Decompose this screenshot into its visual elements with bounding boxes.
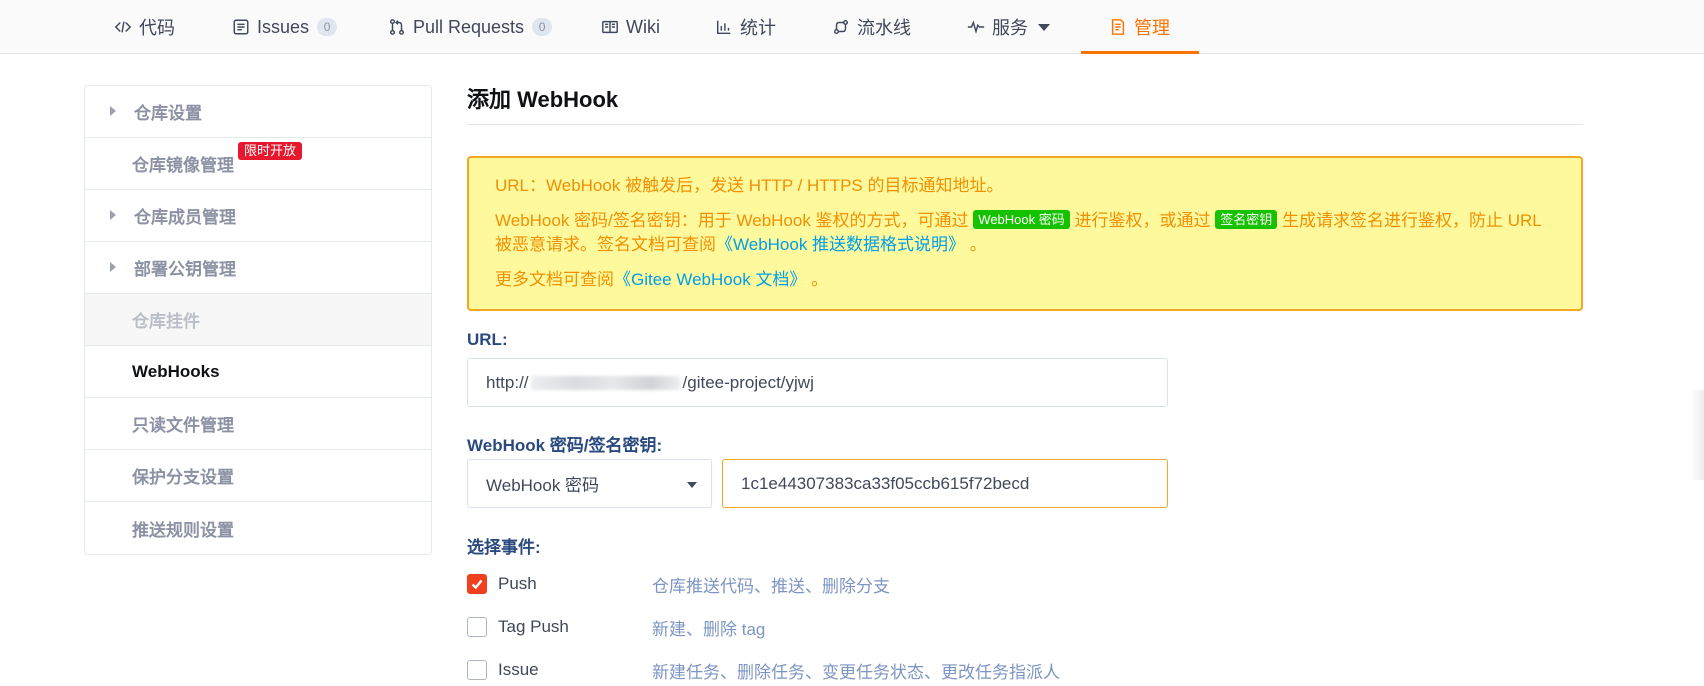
pulse-icon [966, 17, 986, 37]
secret-type-value: WebHook 密码 [486, 476, 600, 495]
repo-nav-bar: 代码 Issues 0 Pull Requests 0 Wiki 统计 流水线 … [0, 0, 1704, 54]
sidebar-item-label: 部署公钥管理 [134, 260, 236, 279]
sidebar-item-protected-branches[interactable]: 保护分支设置 [85, 450, 431, 502]
event-name: Tag Push [498, 617, 569, 636]
secret-input[interactable]: 1c1e44307383ca33f05ccb615f72becd [722, 459, 1168, 508]
tab-stats[interactable]: 统计 [714, 0, 776, 54]
tab-services-label: 服务 [992, 18, 1028, 38]
sidebar-item-label: 仓库镜像管理 [132, 156, 234, 175]
chevron-down-icon [687, 482, 697, 488]
sidebar-item-label: WebHooks [132, 361, 220, 381]
tab-manage-label: 管理 [1134, 18, 1170, 38]
sidebar-item-members[interactable]: 仓库成员管理 [85, 190, 431, 242]
gitee-webhook-doc-link[interactable]: 《Gitee WebHook 文档》 [614, 270, 806, 289]
secret-type-select[interactable]: WebHook 密码 [467, 459, 712, 508]
notice-text: 进行鉴权，或通过 [1074, 211, 1211, 230]
tab-wiki[interactable]: Wiki [600, 0, 660, 54]
limited-time-badge: 限时开放 [238, 142, 303, 160]
tab-stats-label: 统计 [740, 18, 776, 38]
caret-right-icon [110, 106, 116, 116]
redacted-host [530, 375, 681, 390]
sidebar-item-mirror[interactable]: 仓库镜像管理 限时开放 [85, 138, 431, 190]
info-notice: URL：WebHook 被触发后，发送 HTTP / HTTPS 的目标通知地址… [467, 156, 1583, 311]
sidebar-item-repo-settings[interactable]: 仓库设置 [85, 86, 431, 138]
sidebar-item-deploy-keys[interactable]: 部署公钥管理 [85, 242, 431, 294]
sidebar-item-label: 推送规则设置 [132, 520, 234, 540]
page-title: 添加 WebHook [467, 85, 1583, 125]
bar-chart-icon [714, 17, 734, 37]
tab-wiki-label: Wiki [626, 16, 660, 37]
notice-text: WebHook 密码/签名密钥：用于 WebHook 鉴权的方式，可通过 [495, 211, 969, 230]
url-prefix: http:// [486, 372, 529, 392]
webhook-password-tag: WebHook 密码 [973, 210, 1070, 229]
event-description: 新建、删除 tag [652, 619, 766, 639]
events-label: 选择事件: [467, 538, 541, 557]
pull-request-icon [387, 17, 407, 37]
manage-icon [1108, 17, 1128, 37]
tab-pull-requests[interactable]: Pull Requests 0 [387, 0, 553, 54]
sidebar-item-label: 仓库挂件 [132, 312, 200, 331]
event-tag-push[interactable]: Tag Push 新建、删除 tag [467, 614, 765, 640]
payload-format-doc-link[interactable]: 《WebHook 推送数据格式说明》 [716, 235, 965, 254]
tab-pipeline[interactable]: 流水线 [831, 0, 911, 54]
notice-more-docs-line: 更多文档可查阅《Gitee WebHook 文档》 。 [495, 268, 1555, 292]
secret-label: WebHook 密码/签名密钥: [467, 436, 663, 455]
sidebar-item-label: 仓库成员管理 [134, 208, 236, 227]
tab-services-dropdown[interactable]: 服务 [966, 0, 1050, 54]
url-field[interactable]: http:// /gitee-project/yjwj [467, 358, 1168, 407]
pipeline-icon [831, 17, 851, 37]
sidebar-item-webhooks[interactable]: WebHooks [85, 346, 431, 398]
check-icon [471, 579, 483, 590]
notice-text: 。 [969, 235, 987, 254]
page-edge-shadow [1690, 390, 1704, 480]
caret-right-icon [110, 210, 116, 220]
notice-secret-paragraph: WebHook 密码/签名密钥：用于 WebHook 鉴权的方式，可通过 Web… [495, 209, 1555, 257]
chevron-down-icon [1038, 23, 1050, 31]
event-issue[interactable]: Issue 新建任务、删除任务、变更任务状态、更改任务指派人 [467, 657, 1060, 683]
sidebar-item-widgets[interactable]: 仓库挂件 [85, 294, 431, 346]
tab-issues-label: Issues [257, 16, 310, 37]
event-description: 仓库推送代码、推送、删除分支 [652, 576, 890, 596]
tab-pull-requests-label: Pull Requests [413, 16, 525, 37]
wiki-icon [600, 17, 620, 37]
webhook-form: 添加 WebHook URL：WebHook 被触发后，发送 HTTP / HT… [467, 85, 1583, 682]
tab-manage[interactable]: 管理 [1108, 0, 1170, 54]
tab-pipeline-label: 流水线 [857, 18, 911, 38]
sidebar-item-label: 仓库设置 [134, 104, 202, 123]
issue-checkbox[interactable] [467, 660, 487, 680]
active-tab-indicator [1081, 51, 1199, 54]
tab-code[interactable]: 代码 [113, 0, 175, 54]
caret-right-icon [110, 262, 116, 272]
url-suffix: /gitee-project/yjwj [682, 372, 814, 392]
notice-text: 更多文档可查阅 [495, 270, 614, 289]
event-description: 新建任务、删除任务、变更任务状态、更改任务指派人 [652, 662, 1060, 682]
notice-url-line: URL：WebHook 被触发后，发送 HTTP / HTTPS 的目标通知地址… [495, 176, 1004, 195]
sidebar-item-label: 保护分支设置 [132, 468, 234, 487]
push-checkbox[interactable] [467, 574, 487, 594]
event-name: Push [498, 574, 537, 593]
pull-requests-count-badge: 0 [532, 18, 553, 36]
notice-text: 。 [811, 270, 829, 289]
sidebar-item-readonly-files[interactable]: 只读文件管理 [85, 398, 431, 450]
event-push[interactable]: Push 仓库推送代码、推送、删除分支 [467, 571, 890, 597]
tag-push-checkbox[interactable] [467, 617, 487, 637]
signature-key-tag: 签名密钥 [1215, 210, 1278, 229]
tab-code-label: 代码 [139, 18, 175, 38]
url-label: URL: [467, 330, 508, 349]
sidebar-item-label: 只读文件管理 [132, 416, 234, 435]
secret-value: 1c1e44307383ca33f05ccb615f72becd [741, 473, 1030, 493]
event-name: Issue [498, 660, 539, 679]
issues-count-badge: 0 [317, 18, 338, 36]
tab-issues[interactable]: Issues 0 [231, 0, 338, 54]
sidebar-item-push-rules[interactable]: 推送规则设置 [85, 502, 431, 554]
code-icon [113, 17, 133, 37]
issues-icon [231, 17, 251, 37]
settings-sidebar: 仓库设置 仓库镜像管理 限时开放 仓库成员管理 部署公钥管理 仓库挂件 WebH… [84, 85, 432, 555]
